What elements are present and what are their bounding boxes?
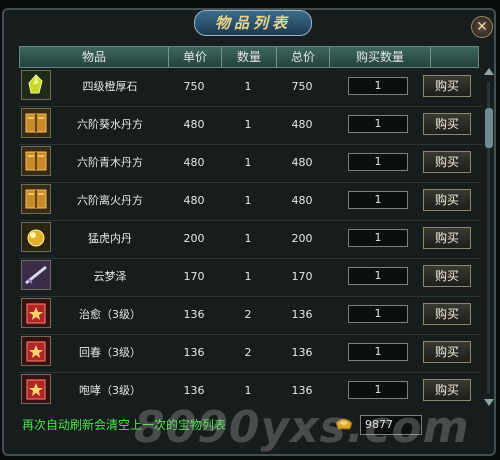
golden-orb-icon[interactable] <box>21 222 51 252</box>
header-item: 物品 <box>81 50 106 64</box>
buy-button[interactable]: 购买 <box>423 75 471 97</box>
item-quantity: 1 <box>244 270 252 283</box>
buy-button[interactable]: 购买 <box>423 379 471 401</box>
buy-button[interactable]: 购买 <box>423 151 471 173</box>
total-price: 136 <box>291 384 313 397</box>
buy-quantity-input[interactable]: 1 <box>348 267 408 285</box>
buy-button[interactable]: 购买 <box>423 341 471 363</box>
scroll-up-icon[interactable] <box>484 68 494 75</box>
scroll-down-icon[interactable] <box>484 399 494 406</box>
table-row: 六阶离火丹方 480 1 480 1 购买 <box>19 182 481 221</box>
unit-price: 200 <box>183 232 205 245</box>
header-total-price: 总价 <box>290 50 315 64</box>
item-name: 治愈（3级） <box>79 308 141 321</box>
item-name: 六阶离火丹方 <box>77 194 143 207</box>
buy-quantity-input[interactable]: 1 <box>348 305 408 323</box>
watermark: 8090yxs.com <box>134 402 470 453</box>
total-price: 750 <box>291 80 313 93</box>
skill-book-icon[interactable] <box>21 336 51 366</box>
window-title-bar: 物品列表 <box>194 10 312 36</box>
header-unit-price: 单价 <box>182 50 207 64</box>
unit-price: 136 <box>183 384 205 397</box>
total-price: 136 <box>291 308 313 321</box>
item-list-window: 物品列表 ✕ 物品 单价 数量 总价 购买数量 四级橙厚石 750 1 750 1 购买六… <box>2 8 496 456</box>
buy-quantity-input[interactable]: 1 <box>348 343 408 361</box>
total-price: 480 <box>291 194 313 207</box>
unit-price: 480 <box>183 156 205 169</box>
item-name: 回春（3级） <box>79 346 141 359</box>
buy-quantity-input[interactable]: 1 <box>348 115 408 133</box>
scrollbar[interactable] <box>484 68 494 406</box>
header-quantity: 数量 <box>236 50 261 64</box>
table-row: 治愈（3级） 136 2 136 1 购买 <box>19 296 481 335</box>
header-buy-quantity: 购买数量 <box>355 50 404 64</box>
total-price: 480 <box>291 156 313 169</box>
table-row: 四级橙厚石 750 1 750 1 购买 <box>19 68 481 107</box>
buy-button[interactable]: 购买 <box>423 303 471 325</box>
unit-price: 480 <box>183 118 205 131</box>
item-quantity: 1 <box>244 118 252 131</box>
item-quantity: 1 <box>244 384 252 397</box>
item-name: 云梦泽 <box>93 270 127 283</box>
table-row: 咆哮（3级） 136 1 136 1 购买 <box>19 372 481 406</box>
unit-price: 170 <box>183 270 205 283</box>
item-quantity: 2 <box>244 308 252 321</box>
buy-quantity-input[interactable]: 1 <box>348 77 408 95</box>
close-button[interactable]: ✕ <box>471 16 493 38</box>
table-row: 猛虎内丹 200 1 200 1 购买 <box>19 220 481 259</box>
buy-button[interactable]: 购买 <box>423 113 471 135</box>
table-row: 回春（3级） 136 2 136 1 购买 <box>19 334 481 373</box>
item-quantity: 1 <box>244 156 252 169</box>
buy-quantity-input[interactable]: 1 <box>348 381 408 399</box>
unit-price: 136 <box>183 308 205 321</box>
unit-price: 136 <box>183 346 205 359</box>
item-quantity: 1 <box>244 194 252 207</box>
unit-price: 480 <box>183 194 205 207</box>
buy-quantity-input[interactable]: 1 <box>348 153 408 171</box>
item-quantity: 2 <box>244 346 252 359</box>
item-quantity: 1 <box>244 232 252 245</box>
recipe-book-icon[interactable] <box>21 108 51 138</box>
window-title: 物品列表 <box>214 14 291 32</box>
buy-button[interactable]: 购买 <box>423 227 471 249</box>
skill-book-icon[interactable] <box>21 374 51 404</box>
total-price: 480 <box>291 118 313 131</box>
item-name: 六阶青木丹方 <box>77 156 143 169</box>
table-header: 物品 单价 数量 总价 购买数量 <box>19 46 479 68</box>
header-divider <box>430 47 431 67</box>
buy-button[interactable]: 购买 <box>423 189 471 211</box>
unit-price: 750 <box>183 80 205 93</box>
scroll-thumb[interactable] <box>485 108 493 148</box>
weapon-icon[interactable] <box>21 260 51 290</box>
buy-quantity-input[interactable]: 1 <box>348 229 408 247</box>
recipe-book-icon[interactable] <box>21 184 51 214</box>
buy-quantity-input[interactable]: 1 <box>348 191 408 209</box>
table-row: 六阶葵水丹方 480 1 480 1 购买 <box>19 106 481 145</box>
buy-button[interactable]: 购买 <box>423 265 471 287</box>
item-name: 四级橙厚石 <box>82 80 138 93</box>
total-price: 136 <box>291 346 313 359</box>
table-row: 六阶青木丹方 480 1 480 1 购买 <box>19 144 481 183</box>
yellow-crystal-icon[interactable] <box>21 70 51 100</box>
table-row: 云梦泽 170 1 170 1 购买 <box>19 258 481 297</box>
skill-book-icon[interactable] <box>21 298 51 328</box>
item-name: 猛虎内丹 <box>88 232 132 245</box>
recipe-book-icon[interactable] <box>21 146 51 176</box>
total-price: 170 <box>291 270 313 283</box>
item-quantity: 1 <box>244 80 252 93</box>
item-list: 四级橙厚石 750 1 750 1 购买 六阶葵水丹方 480 1 480 1 购买 六阶青木丹方 480… <box>19 68 481 406</box>
item-name: 咆哮（3级） <box>79 384 141 397</box>
total-price: 200 <box>291 232 313 245</box>
item-name: 六阶葵水丹方 <box>77 118 143 131</box>
